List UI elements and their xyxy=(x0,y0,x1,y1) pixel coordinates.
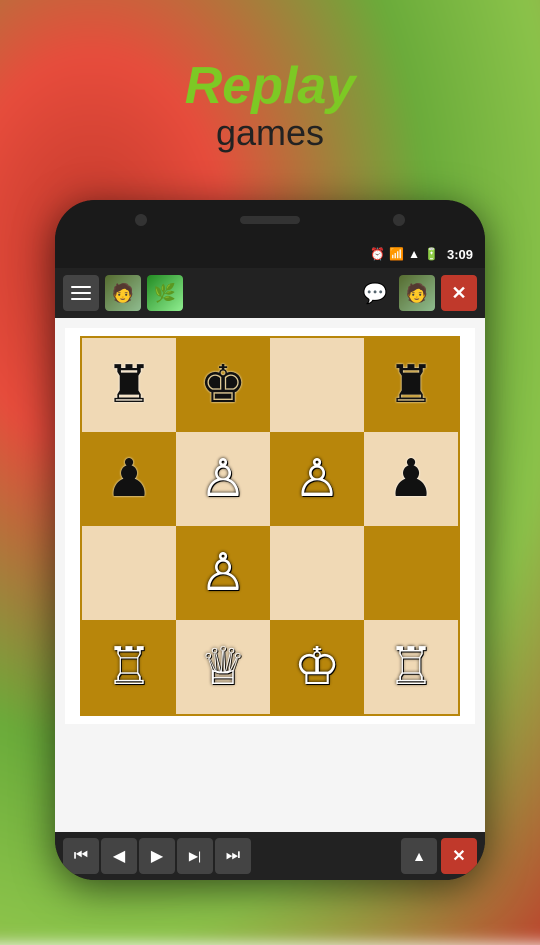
prev-move-icon: ◀ xyxy=(113,846,125,866)
right-group: ▲ ✕ xyxy=(401,838,477,874)
phone-camera-right xyxy=(393,214,405,226)
chess-cell-r0-c3: ♜ xyxy=(364,338,458,432)
next-move-button[interactable]: ▶| xyxy=(177,838,213,874)
chess-cell-r2-c1: ♙ xyxy=(176,526,270,620)
close-toolbar-icon: ✕ xyxy=(451,283,466,304)
chess-container: ♜ ♚ ♜ ♟ ♙ ♙ ♟ ♙ ♖ ♕ ♔ ♖ xyxy=(65,328,475,724)
chess-cell-r1-c3: ♟ xyxy=(364,432,458,526)
first-move-button[interactable]: ⏮ xyxy=(63,838,99,874)
menu-button[interactable] xyxy=(63,275,99,311)
chat-button[interactable]: 💬 xyxy=(357,275,393,311)
prev-move-button[interactable]: ◀ xyxy=(101,838,137,874)
chess-cell-r3-c1: ♕ xyxy=(176,620,270,714)
phone-frame: ⏰ 📶 ▲ 🔋 3:09 🧑 🌿 💬 xyxy=(55,200,485,880)
black-rook: ♜ xyxy=(106,359,153,411)
avatar3-image: 🧑 xyxy=(399,275,435,311)
chess-cell-r0-c1: ♚ xyxy=(176,338,270,432)
white-pawn: ♙ xyxy=(294,453,341,505)
white-pawn: ♙ xyxy=(200,547,247,599)
black-rook: ♜ xyxy=(388,359,435,411)
close-icon: ✕ xyxy=(452,846,465,866)
white-queen: ♕ xyxy=(200,641,247,693)
status-icons: ⏰ 📶 ▲ 🔋 3:09 xyxy=(370,247,473,262)
next-move-icon: ▶| xyxy=(189,849,201,863)
last-move-button[interactable]: ⏭ xyxy=(215,838,251,874)
nav-group: ⏮ ◀ ▶ ▶| ⏭ xyxy=(63,838,251,874)
white-rook: ♖ xyxy=(106,641,153,693)
chess-board: ♜ ♚ ♜ ♟ ♙ ♙ ♟ ♙ ♖ ♕ ♔ ♖ xyxy=(80,336,460,716)
status-time: 3:09 xyxy=(447,247,473,262)
status-bar: ⏰ 📶 ▲ 🔋 3:09 xyxy=(55,240,485,268)
black-pawn: ♟ xyxy=(106,453,153,505)
wifi-icon: 📶 xyxy=(389,247,404,261)
chess-cell-r0-c2 xyxy=(270,338,364,432)
chess-cell-r2-c3 xyxy=(364,526,458,620)
chat-icon: 💬 xyxy=(363,281,388,306)
phone-content: 🧑 🌿 💬 🧑 ✕ ♜ ♚ ♜ ♟ ♙ ♙ ♟ ♙ ♖ ♕ ♔ ♖ xyxy=(55,268,485,880)
player2-avatar[interactable]: 🌿 xyxy=(147,275,183,311)
alarm-icon: ⏰ xyxy=(370,247,385,261)
close-toolbar-button[interactable]: ✕ xyxy=(441,275,477,311)
chess-cell-r1-c0: ♟ xyxy=(82,432,176,526)
player1-avatar[interactable]: 🧑 xyxy=(105,275,141,311)
phone-speaker xyxy=(240,216,300,224)
avatar1-image: 🧑 xyxy=(105,275,141,311)
chess-cell-r3-c2: ♔ xyxy=(270,620,364,714)
title-replay: Replay xyxy=(0,60,540,112)
play-icon: ▶ xyxy=(151,846,163,866)
chess-cell-r2-c0 xyxy=(82,526,176,620)
bottom-controls: ⏮ ◀ ▶ ▶| ⏭ ▲ ✕ xyxy=(55,832,485,880)
phone-camera xyxy=(135,214,147,226)
hamburger-line-3 xyxy=(71,298,91,300)
title-games: games xyxy=(0,112,540,154)
avatar2-image: 🌿 xyxy=(147,275,183,311)
white-pawn: ♙ xyxy=(200,453,247,505)
up-icon: ▲ xyxy=(412,848,426,864)
chess-cell-r2-c2 xyxy=(270,526,364,620)
player3-avatar[interactable]: 🧑 xyxy=(399,275,435,311)
chess-cell-r3-c0: ♖ xyxy=(82,620,176,714)
black-pawn: ♟ xyxy=(388,453,435,505)
hamburger-line-1 xyxy=(71,286,91,288)
first-move-icon: ⏮ xyxy=(74,847,88,865)
chess-cell-r0-c0: ♜ xyxy=(82,338,176,432)
signal-icon: ▲ xyxy=(408,247,420,261)
chess-cell-r1-c1: ♙ xyxy=(176,432,270,526)
content-area: ♜ ♚ ♜ ♟ ♙ ♙ ♟ ♙ ♖ ♕ ♔ ♖ xyxy=(55,318,485,832)
white-rook: ♖ xyxy=(388,641,435,693)
chess-cell-r1-c2: ♙ xyxy=(270,432,364,526)
hamburger-line-2 xyxy=(71,292,91,294)
app-toolbar: 🧑 🌿 💬 🧑 ✕ xyxy=(55,268,485,318)
chess-cell-r3-c3: ♖ xyxy=(364,620,458,714)
play-button[interactable]: ▶ xyxy=(139,838,175,874)
white-king: ♔ xyxy=(294,641,341,693)
black-king: ♚ xyxy=(200,359,247,411)
last-move-icon: ⏭ xyxy=(226,847,240,865)
battery-icon: 🔋 xyxy=(424,247,439,261)
close-button[interactable]: ✕ xyxy=(441,838,477,874)
scroll-up-button[interactable]: ▲ xyxy=(401,838,437,874)
title-area: Replay games xyxy=(0,60,540,154)
phone-top-bar xyxy=(55,200,485,240)
